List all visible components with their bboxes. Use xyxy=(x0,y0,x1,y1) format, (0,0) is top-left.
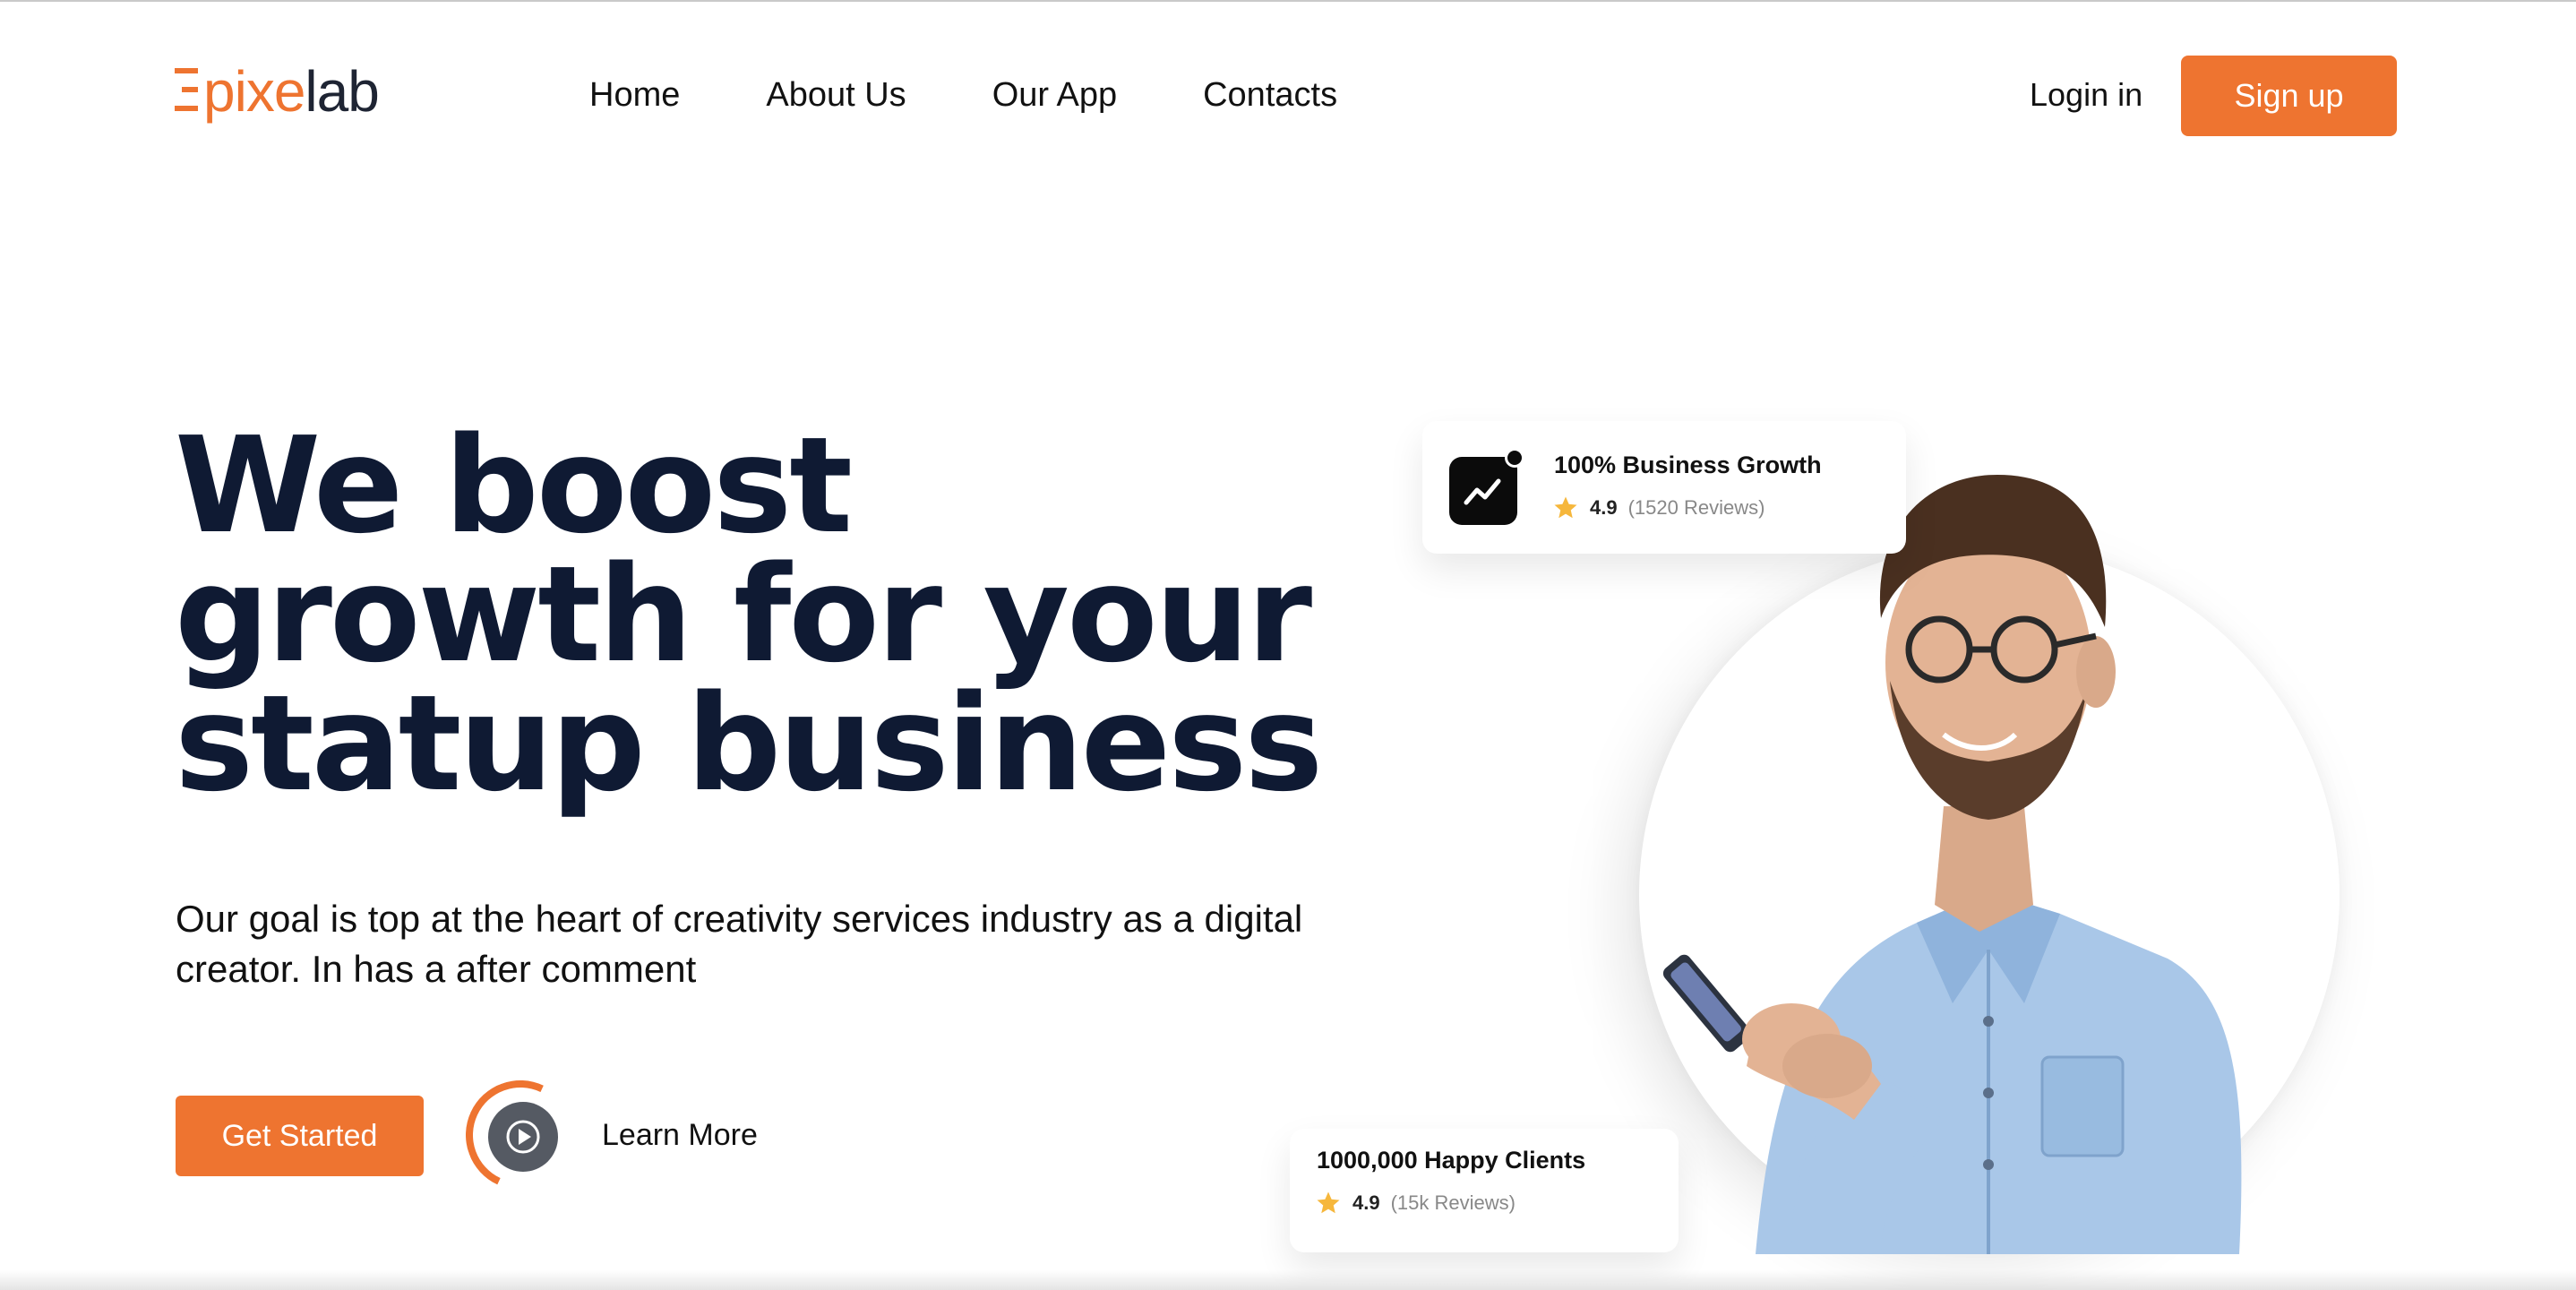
logo-text-orange: pixe xyxy=(203,59,305,124)
rating-reviews: (15k Reviews) xyxy=(1390,1191,1516,1214)
star-icon xyxy=(1554,496,1577,519)
nav-link-contacts[interactable]: Contacts xyxy=(1203,73,1337,116)
bottom-shadow xyxy=(0,1270,2576,1290)
nav-link-home[interactable]: Home xyxy=(589,73,680,116)
hero-title-line: growth for your xyxy=(175,538,1312,692)
hero-title-line: We boost xyxy=(175,408,853,563)
brand-logo[interactable]: pixe lab xyxy=(175,59,380,124)
logo-text-dark: lab xyxy=(305,59,379,124)
learn-more-button[interactable]: Learn More xyxy=(450,1064,758,1206)
play-button[interactable] xyxy=(450,1064,591,1206)
growth-card: 100% Business Growth 4.9 (1520 Reviews) xyxy=(1422,421,1906,554)
hero-title: We boost growth for your statup business xyxy=(175,408,1339,821)
happy-clients-card: 1000,000 Happy Clients 4.9 (15k Reviews) xyxy=(1290,1129,1679,1252)
happy-clients-rating: 4.9 (15k Reviews) xyxy=(1315,1190,1516,1217)
play-icon xyxy=(488,1102,558,1172)
window-top-border xyxy=(0,0,2576,2)
happy-clients-title: 1000,000 Happy Clients xyxy=(1317,1147,1586,1174)
login-link[interactable]: Login in xyxy=(2030,73,2142,116)
main-nav: Home About Us Our App Contacts xyxy=(589,73,1337,116)
get-started-button[interactable]: Get Started xyxy=(176,1096,424,1176)
rating-reviews: (1520 Reviews) xyxy=(1627,496,1765,519)
growth-card-title: 100% Business Growth xyxy=(1554,452,1822,478)
hero-title-line: statup business xyxy=(175,666,1323,821)
trending-up-icon xyxy=(1449,457,1517,525)
learn-more-label: Learn More xyxy=(602,1117,758,1152)
growth-card-rating: 4.9 (1520 Reviews) xyxy=(1552,494,1765,521)
signup-button[interactable]: Sign up xyxy=(2181,56,2397,136)
nav-link-about-us[interactable]: About Us xyxy=(766,73,906,116)
notification-dot xyxy=(1505,448,1524,468)
star-icon xyxy=(1317,1191,1340,1214)
nav-link-our-app[interactable]: Our App xyxy=(992,73,1117,116)
rating-score: 4.9 xyxy=(1590,496,1618,519)
rating-score: 4.9 xyxy=(1352,1191,1380,1214)
hero-subtitle: Our goal is top at the heart of creativi… xyxy=(176,898,1303,990)
logo-e-mark xyxy=(175,68,198,111)
